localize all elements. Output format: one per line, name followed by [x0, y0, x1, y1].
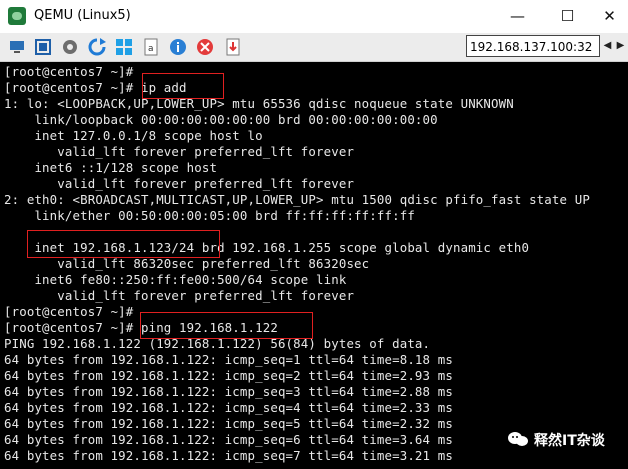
terminal-line: inet6 fe80::250:ff:fe00:500/64 scope lin…	[4, 272, 347, 287]
highlight-ping-command	[140, 312, 313, 339]
address-field[interactable]: 192.168.137.100:32	[466, 35, 600, 57]
download-icon[interactable]	[224, 38, 242, 56]
terminal-line: valid_lft 86320sec preferred_lft 86320se…	[4, 256, 370, 271]
terminal-line: 64 bytes from 192.168.1.122: icmp_seq=7 …	[4, 448, 453, 463]
terminal-line: 64 bytes from 192.168.1.122: icmp_seq=1 …	[4, 352, 453, 367]
terminal-line: [root@centos7 ~]#	[4, 304, 134, 319]
highlight-inet-address	[27, 230, 220, 258]
terminal-line: 64 bytes from 192.168.1.122: icmp_seq=4 …	[4, 400, 453, 415]
minimize-button[interactable]: —	[495, 0, 540, 33]
watermark-text: 释然IT杂谈	[534, 433, 605, 449]
text-document-icon[interactable]: a	[142, 38, 160, 56]
terminal-line: valid_lft forever preferred_lft forever	[4, 144, 355, 159]
terminal-line: inet 127.0.0.1/8 scope host lo	[4, 128, 263, 143]
highlight-ip-add-command	[142, 73, 224, 99]
title-bar: QEMU (Linux5) — ☐ ✕	[0, 0, 628, 33]
terminal-line: 2: eth0: <BROADCAST,MULTICAST,UP,LOWER_U…	[4, 192, 590, 207]
wechat-icon	[507, 430, 529, 448]
terminal-line: 1: lo: <LOOPBACK,UP,LOWER_UP> mtu 65536 …	[4, 96, 514, 111]
terminal-line: link/loopback 00:00:00:00:00:00 brd 00:0…	[4, 112, 438, 127]
svg-text:a: a	[148, 44, 154, 54]
terminal-line: inet6 ::1/128 scope host	[4, 160, 218, 175]
toolbar: a 192.168.137.100:32 ◀ ▶	[0, 33, 628, 62]
monitor-icon[interactable]	[8, 38, 26, 56]
terminal-screen[interactable]: [root@centos7 ~]# [root@centos7 ~]# ip a…	[0, 62, 628, 469]
close-button[interactable]: ✕	[587, 0, 628, 33]
stop-icon[interactable]	[196, 38, 214, 56]
refresh-icon[interactable]	[88, 38, 106, 56]
terminal-line: valid_lft forever preferred_lft forever	[4, 176, 355, 191]
scroll-right-button[interactable]: ▶	[614, 36, 627, 56]
fullscreen-icon[interactable]	[34, 38, 52, 56]
settings-gear-icon[interactable]	[61, 38, 79, 56]
terminal-line: 64 bytes from 192.168.1.122: icmp_seq=5 …	[4, 416, 453, 431]
qemu-app-icon	[8, 7, 26, 25]
terminal-line: [root@centos7 ~]#	[4, 64, 134, 79]
terminal-line: link/ether 00:50:00:00:05:00 brd ff:ff:f…	[4, 208, 415, 223]
window-title: QEMU (Linux5)	[34, 8, 131, 23]
windows-logo-icon[interactable]	[115, 38, 133, 56]
info-icon[interactable]	[169, 38, 187, 56]
scroll-left-button[interactable]: ◀	[601, 36, 614, 56]
terminal-line: 64 bytes from 192.168.1.122: icmp_seq=2 …	[4, 368, 453, 383]
terminal-line: valid_lft forever preferred_lft forever	[4, 288, 355, 303]
terminal-line: 64 bytes from 192.168.1.122: icmp_seq=3 …	[4, 384, 453, 399]
maximize-button[interactable]: ☐	[545, 0, 590, 33]
terminal-line: 64 bytes from 192.168.1.122: icmp_seq=6 …	[4, 432, 453, 447]
